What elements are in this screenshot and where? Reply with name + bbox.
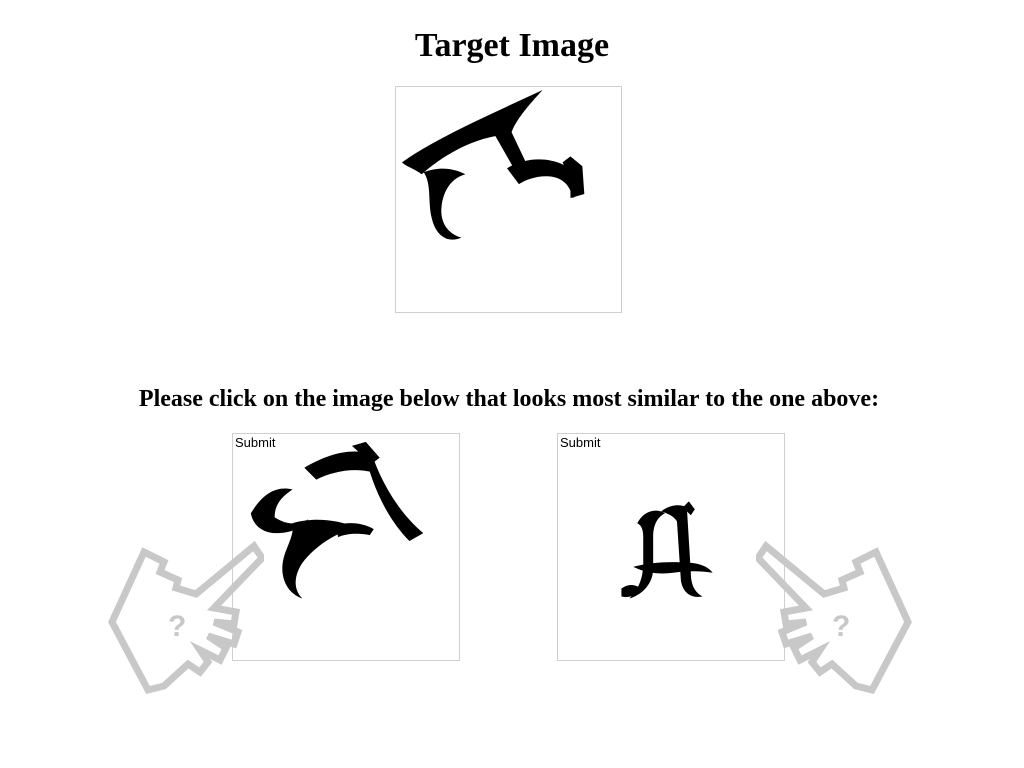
- submit-label[interactable]: Submit: [235, 435, 275, 451]
- option-2-glyph-icon: [621, 501, 713, 599]
- option-image-1[interactable]: Submit: [232, 433, 460, 661]
- target-glyph-icon: [401, 89, 585, 240]
- submit-label[interactable]: Submit: [560, 435, 600, 451]
- hint-question-mark: ?: [832, 610, 850, 643]
- target-image: [395, 86, 622, 313]
- instruction-text: Please click on the image below that loo…: [138, 386, 880, 412]
- option-1-glyph-icon: [250, 441, 424, 599]
- hint-question-mark: ?: [168, 610, 186, 643]
- page-title: Target Image: [414, 27, 610, 64]
- option-image-2[interactable]: Submit: [557, 433, 785, 661]
